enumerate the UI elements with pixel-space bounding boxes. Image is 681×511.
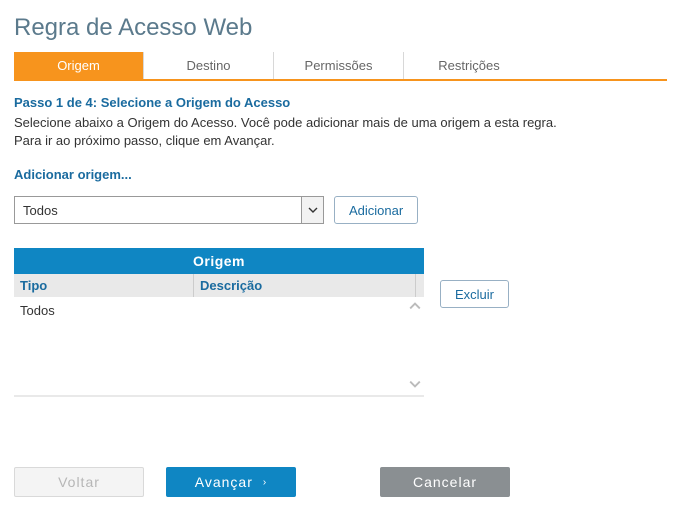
tab-permissoes[interactable]: Permissões: [274, 52, 404, 79]
voltar-button: Voltar: [14, 467, 144, 497]
tab-bar: Origem Destino Permissões Restrições: [14, 52, 667, 81]
avancar-label: Avançar: [195, 474, 253, 490]
column-tipo[interactable]: Tipo: [14, 274, 194, 297]
scrollbar[interactable]: [406, 297, 424, 395]
step-desc-line2: Para ir ao próximo passo, clique em Avan…: [14, 133, 275, 148]
origin-select[interactable]: Todos: [14, 196, 324, 224]
chevron-down-icon: [409, 377, 421, 393]
cell-tipo: Todos: [20, 303, 55, 318]
tab-restricoes[interactable]: Restrições: [404, 52, 534, 79]
step-description: Selecione abaixo a Origem do Acesso. Voc…: [14, 114, 667, 149]
cancelar-button[interactable]: Cancelar: [380, 467, 510, 497]
column-grip: [416, 274, 424, 297]
table-title: Origem: [14, 248, 424, 274]
avancar-button[interactable]: Avançar ›: [166, 467, 296, 497]
step-desc-line1: Selecione abaixo a Origem do Acesso. Voc…: [14, 115, 557, 130]
table-row[interactable]: Todos: [20, 303, 400, 318]
tab-origem[interactable]: Origem: [14, 52, 144, 79]
arrow-right-icon: ›: [263, 477, 267, 488]
adicionar-button[interactable]: Adicionar: [334, 196, 418, 224]
excluir-button[interactable]: Excluir: [440, 280, 509, 308]
chevron-up-icon: [409, 299, 421, 315]
tab-destino[interactable]: Destino: [144, 52, 274, 79]
add-origin-label: Adicionar origem...: [14, 167, 667, 182]
page-title: Regra de Acesso Web: [14, 14, 667, 42]
column-descricao[interactable]: Descrição: [194, 274, 416, 297]
origin-table: Origem Tipo Descrição Todos: [14, 248, 424, 397]
step-heading: Passo 1 de 4: Selecione a Origem do Aces…: [14, 95, 667, 110]
table-column-header: Tipo Descrição: [14, 274, 424, 297]
